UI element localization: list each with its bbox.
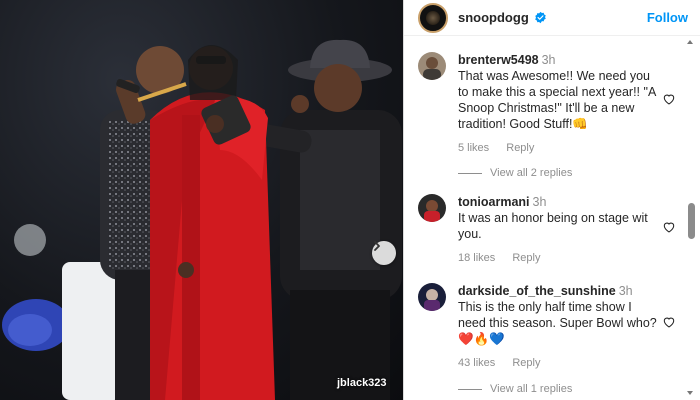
comment-item: brenterw5498 3h That was Awesome!! We nee…: [418, 52, 680, 156]
comment-item: darkside_of_the_sunshine 3h This is the o…: [418, 283, 680, 371]
view-replies-label: View all 1 replies: [490, 383, 573, 395]
commenter-avatar[interactable]: [418, 52, 446, 80]
author-avatar[interactable]: [418, 2, 448, 33]
comment-likes[interactable]: 5 likes: [458, 142, 489, 154]
post-photo[interactable]: jblack323: [0, 0, 403, 400]
scroll-down-arrow-icon[interactable]: [687, 391, 693, 395]
like-heart-icon[interactable]: [662, 220, 676, 234]
photo-tag-label[interactable]: jblack323: [337, 377, 387, 389]
comment-item: tonioarmani 3h It was an honor being on s…: [418, 194, 680, 266]
author-username[interactable]: snoopdogg: [458, 10, 529, 25]
scroll-up-arrow-icon[interactable]: [687, 40, 693, 44]
comment-username[interactable]: darkside_of_the_sunshine: [458, 284, 616, 298]
scrollbar-thumb[interactable]: [688, 203, 695, 239]
commenter-avatar[interactable]: [418, 194, 446, 222]
follow-button[interactable]: Follow: [647, 10, 688, 25]
reply-button[interactable]: Reply: [506, 142, 534, 154]
comment-text: That was Awesome!! We need you to make t…: [458, 69, 656, 131]
next-photo-button[interactable]: [372, 241, 396, 265]
comment-username[interactable]: tonioarmani: [458, 195, 530, 209]
comment-text: This is the only half time show I need t…: [458, 300, 657, 346]
comment-likes[interactable]: 18 likes: [458, 252, 495, 264]
comment-time: 3h: [532, 195, 547, 209]
commenter-avatar[interactable]: [418, 283, 446, 311]
view-replies-button[interactable]: View all 2 replies: [458, 167, 572, 179]
comment-time: 3h: [541, 53, 556, 67]
chevron-right-icon: [374, 241, 380, 251]
verified-badge-icon: [535, 11, 546, 24]
concert-photo-illustration: [2, 39, 402, 400]
view-replies-label: View all 2 replies: [490, 167, 573, 179]
reply-button[interactable]: Reply: [512, 357, 540, 369]
like-heart-icon[interactable]: [662, 315, 676, 329]
reply-button[interactable]: Reply: [512, 252, 540, 264]
view-replies-button[interactable]: View all 1 replies: [458, 383, 572, 395]
comments-list: brenterw5498 3h That was Awesome!! We nee…: [404, 37, 685, 400]
comment-likes[interactable]: 43 likes: [458, 357, 495, 369]
like-heart-icon[interactable]: [662, 92, 676, 106]
comment-text: It was an honor being on stage wit you.: [458, 211, 648, 241]
comment-username[interactable]: brenterw5498: [458, 53, 539, 67]
comment-time: 3h: [618, 284, 633, 298]
comments-panel: snoopdogg Follow brenterw5498 3h That was…: [403, 0, 700, 400]
post-header: snoopdogg Follow: [404, 0, 700, 36]
